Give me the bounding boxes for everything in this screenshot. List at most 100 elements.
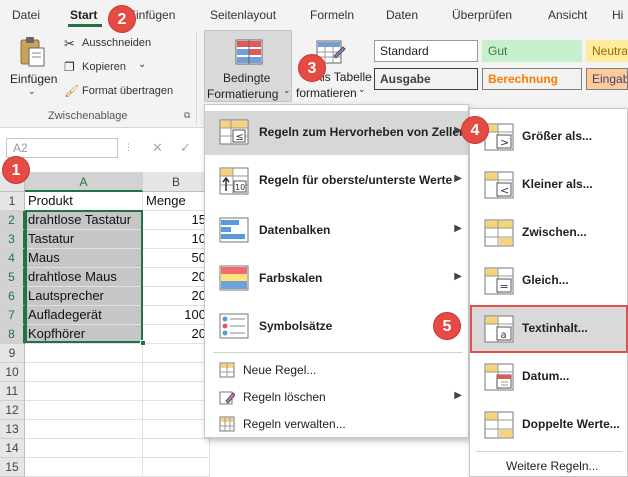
tab-daten[interactable]: Daten bbox=[386, 8, 418, 22]
manage-rules-icon bbox=[219, 416, 235, 432]
duplicate-values-icon bbox=[484, 411, 514, 439]
cancel-icon[interactable]: ✕ bbox=[152, 140, 163, 156]
submenu-item-date-occurring[interactable]: Datum... bbox=[470, 353, 628, 401]
row-header[interactable]: 7 bbox=[0, 306, 25, 325]
column-header-b[interactable]: B bbox=[143, 172, 210, 192]
style-gut[interactable]: Gut bbox=[482, 40, 582, 62]
cell[interactable]: 50 bbox=[143, 249, 210, 268]
row-header[interactable]: 6 bbox=[0, 287, 25, 306]
submenu-item-label: Weitere Regeln... bbox=[506, 459, 599, 473]
row-header[interactable]: 2 bbox=[0, 211, 25, 230]
cell[interactable] bbox=[25, 439, 143, 458]
cell[interactable]: Produkt bbox=[25, 192, 143, 211]
submenu-item-more-rules[interactable]: Weitere Regeln... bbox=[470, 455, 628, 477]
cell[interactable] bbox=[25, 420, 143, 439]
cell[interactable] bbox=[143, 401, 210, 420]
cell[interactable]: Menge bbox=[143, 192, 210, 211]
cell[interactable] bbox=[143, 458, 210, 477]
menu-item-color-scales[interactable]: Farbskalen ▶ bbox=[205, 257, 468, 301]
paste-label: Einfügen bbox=[10, 72, 58, 86]
name-box[interactable]: A2 bbox=[6, 138, 118, 158]
cell[interactable] bbox=[143, 420, 210, 439]
cell[interactable] bbox=[143, 344, 210, 363]
copy-button[interactable]: ❐ Kopieren ⌄ bbox=[64, 59, 164, 78]
submenu-item-equal-to[interactable]: = Gleich... bbox=[470, 257, 628, 305]
cell[interactable] bbox=[143, 439, 210, 458]
confirm-icon[interactable]: ✓ bbox=[180, 140, 191, 156]
menu-item-data-bars[interactable]: Datenbalken ▶ bbox=[205, 209, 468, 253]
cell[interactable]: drahtlose Tastatur bbox=[25, 211, 143, 230]
tab-hilfe[interactable]: Hi bbox=[612, 8, 623, 22]
cell[interactable]: 20 bbox=[143, 287, 210, 306]
fill-handle[interactable] bbox=[140, 340, 146, 346]
submenu-item-less-than[interactable]: < Kleiner als... bbox=[470, 161, 628, 209]
cell[interactable] bbox=[143, 382, 210, 401]
clipboard-icon bbox=[20, 37, 45, 67]
step-badge-3: 3 bbox=[298, 54, 326, 82]
cell[interactable]: 10 bbox=[143, 230, 210, 249]
row-header[interactable]: 4 bbox=[0, 249, 25, 268]
submenu-item-duplicate-values[interactable]: Doppelte Werte... bbox=[470, 401, 628, 449]
submenu-item-greater-than[interactable]: > Größer als... bbox=[470, 113, 628, 161]
style-ausgabe[interactable]: Ausgabe bbox=[374, 68, 478, 90]
cell[interactable]: drahtlose Maus bbox=[25, 268, 143, 287]
less-than-icon: < bbox=[484, 171, 514, 199]
menu-item-manage-rules[interactable]: Regeln verwalten... bbox=[205, 411, 468, 437]
submenu-item-label: Doppelte Werte... bbox=[522, 417, 620, 431]
cell[interactable] bbox=[25, 344, 143, 363]
menu-item-new-rule[interactable]: Neue Regel... bbox=[205, 357, 468, 383]
tab-start[interactable]: Start bbox=[70, 8, 97, 22]
tab-ueberpruefen[interactable]: Überprüfen bbox=[452, 8, 512, 22]
cell[interactable] bbox=[25, 458, 143, 477]
cut-button[interactable]: ✂ Ausschneiden bbox=[64, 36, 164, 54]
menu-item-icon-sets[interactable]: Symbolsätze ▶ bbox=[205, 305, 468, 349]
row-header[interactable]: 10 bbox=[0, 363, 25, 382]
tab-ansicht[interactable]: Ansicht bbox=[548, 8, 587, 22]
row-header[interactable]: 8 bbox=[0, 325, 25, 344]
style-standard[interactable]: Standard bbox=[374, 40, 478, 62]
cell[interactable]: Maus bbox=[25, 249, 143, 268]
row-header[interactable]: 9 bbox=[0, 344, 25, 363]
conditional-formatting-icon bbox=[235, 39, 263, 65]
tab-seitenlayout[interactable]: Seitenlayout bbox=[210, 8, 276, 22]
format-painter-button[interactable]: 🖌 Format übertragen bbox=[64, 84, 194, 102]
ribbon-tabs: Datei Start Einfügen Seitenlayout Formel… bbox=[0, 0, 628, 28]
row-header[interactable]: 1 bbox=[0, 192, 25, 211]
style-neutral[interactable]: Neutral bbox=[586, 40, 628, 62]
tab-formeln[interactable]: Formeln bbox=[310, 8, 354, 22]
row-header[interactable]: 3 bbox=[0, 230, 25, 249]
row-header[interactable]: 14 bbox=[0, 439, 25, 458]
cell[interactable] bbox=[143, 363, 210, 382]
menu-item-top-bottom-rules[interactable]: 10 Regeln für oberste/unterste Werte ▶ bbox=[205, 159, 468, 203]
cell[interactable]: 100 bbox=[143, 306, 210, 325]
row-header[interactable]: 5 bbox=[0, 268, 25, 287]
cell[interactable]: 20 bbox=[143, 325, 210, 344]
style-eingabe[interactable]: Eingabe bbox=[586, 68, 628, 90]
cell[interactable]: 15 bbox=[143, 211, 210, 230]
conditional-formatting-button[interactable]: Bedingte Formatierung ⌄ bbox=[204, 30, 292, 102]
resize-dots-icon[interactable]: ⋮ bbox=[124, 142, 133, 153]
paste-button[interactable]: Einfügen ⌄ bbox=[4, 32, 60, 98]
cell[interactable] bbox=[25, 363, 143, 382]
cell[interactable]: Aufladegerät bbox=[25, 306, 143, 325]
cell[interactable] bbox=[25, 401, 143, 420]
row-header[interactable]: 11 bbox=[0, 382, 25, 401]
row-header[interactable]: 15 bbox=[0, 458, 25, 477]
submenu-item-text-contains[interactable]: a Textinhalt... bbox=[470, 305, 628, 353]
cell[interactable] bbox=[25, 382, 143, 401]
cell[interactable]: Kopfhörer bbox=[25, 325, 143, 344]
menu-item-clear-rules[interactable]: Regeln löschen ▶ bbox=[205, 384, 468, 410]
menu-item-label: Farbskalen bbox=[259, 271, 323, 285]
menu-item-highlight-cell-rules[interactable]: ≤ Regeln zum Hervorheben von Zellen ▶ bbox=[205, 111, 468, 155]
dialog-launcher-icon[interactable]: ⧉ bbox=[184, 110, 190, 121]
style-berechnung[interactable]: Berechnung bbox=[482, 68, 582, 90]
tab-datei[interactable]: Datei bbox=[12, 8, 40, 22]
menu-item-label: Regeln für oberste/unterste Werte bbox=[259, 173, 453, 187]
cell[interactable]: 20 bbox=[143, 268, 210, 287]
row-header[interactable]: 13 bbox=[0, 420, 25, 439]
column-header-a[interactable]: A bbox=[25, 172, 143, 192]
cell[interactable]: Lautsprecher bbox=[25, 287, 143, 306]
submenu-item-between[interactable]: Zwischen... bbox=[470, 209, 628, 257]
row-header[interactable]: 12 bbox=[0, 401, 25, 420]
cell[interactable]: Tastatur bbox=[25, 230, 143, 249]
